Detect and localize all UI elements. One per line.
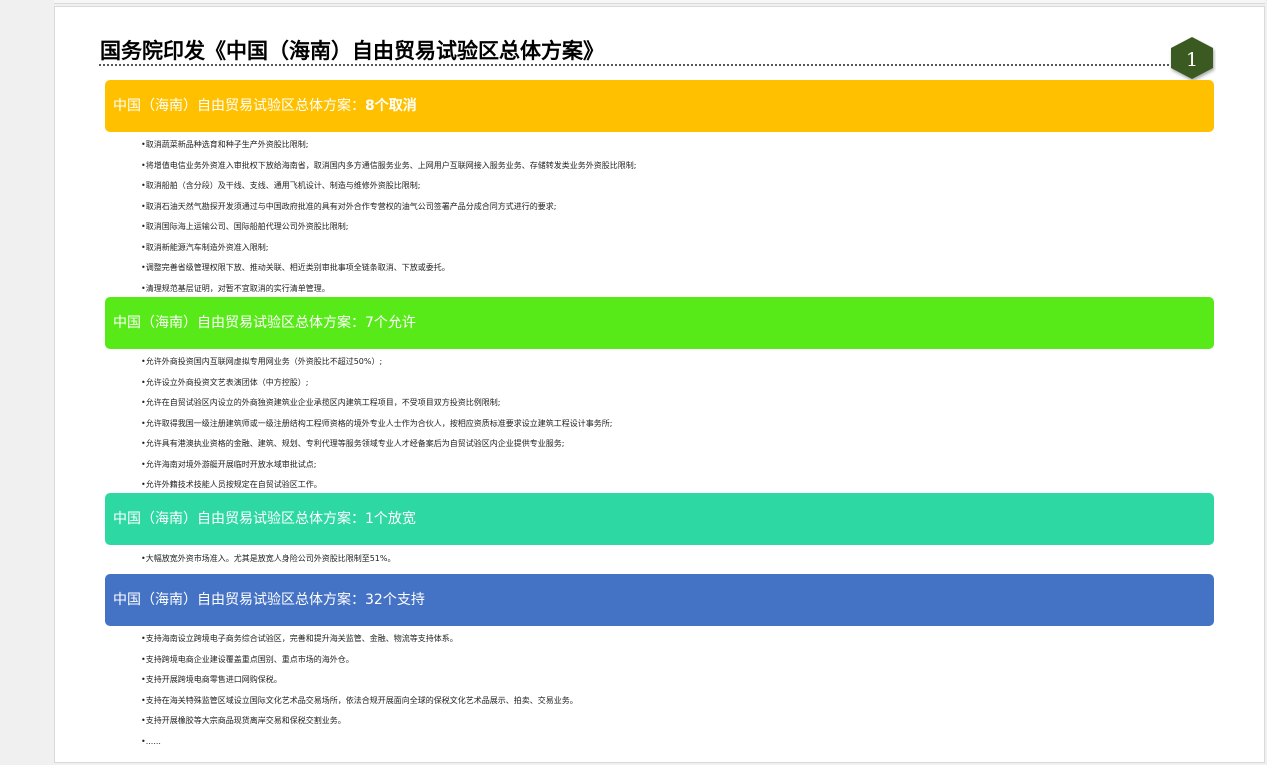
ruler-strip [54,0,1265,4]
section-header-cancel: 中国（海南）自由贸易试验区总体方案：8个取消 [105,80,1214,132]
list-item: •调整完善省级管理权限下放、推动关联、相近类别审批事项全链条取消、下放或委托。 [141,263,450,272]
list-item: •允许取得我国一级注册建筑师或一级注册结构工程师资格的境外专业人士作为合伙人，按… [141,418,613,428]
section-header-allow: 中国（海南）自由贸易试验区总体方案：7个允许 [105,297,1214,349]
list-item: •支持开展橡胶等大宗商品现货离岸交易和保税交割业务。 [141,716,346,725]
list-item: •将增值电信业务外资准入审批权下放给海南省，取消国内多方通信服务业务、上网用户互… [141,160,637,170]
document-title: 国务院印发《中国（海南）自由贸易试验区总体方案》 [100,38,604,63]
list-item: •允许海南对境外游艇开展临时开放水域审批试点; [141,459,317,469]
list-item: •取消国际海上运输公司、国际船舶代理公司外资股比限制; [141,222,349,231]
section-list-cancel: •取消蔬菜新品种选育和种子生产外资股比限制; •将增值电信业务外资准入审批权下放… [141,139,636,303]
list-item: •支持海南设立跨境电子商务综合试验区，完善和提升海关监管、金融、物流等支持体系。 [141,634,458,643]
list-item: •允许具有港澳执业资格的金融、建筑、规划、专利代理等服务领域专业人才经备案后为自… [141,439,565,448]
document-page: 国务院印发《中国（海南）自由贸易试验区总体方案》 1 中国（海南）自由贸易试验区… [54,6,1265,763]
list-item: •允许外商投资国内互联网虚拟专用网业务（外资股比不超过50%）; [141,357,383,366]
list-item: •取消石油天然气勘探开发须通过与中国政府批准的具有对外合作专营权的油气公司签署产… [141,201,557,211]
page-number: 1 [1185,49,1199,71]
list-item: •取消船舶（含分段）及干线、支线、通用飞机设计、制造与维修外资股比限制; [141,181,421,190]
section-list-allow: •允许外商投资国内互联网虚拟专用网业务（外资股比不超过50%）; •允许设立外商… [141,356,612,500]
list-item: •取消蔬菜新品种选育和种子生产外资股比限制; [141,140,309,149]
section-header-prefix: 中国（海南）自由贸易试验区总体方案： [113,315,365,331]
section-list-relax: •大幅放宽外资市场准入。尤其是放宽人身险公司外资股比限制至51%。 [141,553,396,574]
section-header-prefix: 中国（海南）自由贸易试验区总体方案： [113,511,365,527]
section-header-prefix: 中国（海南）自由贸易试验区总体方案： [113,98,365,114]
list-item: •...... [141,736,161,746]
list-item: •支持在海关特殊监管区域设立国际文化艺术品交易场所，依法合规开展面向全球的保税文… [141,695,578,705]
section-header-highlight: 7个允许 [365,315,416,331]
list-item: •允许设立外商投资文艺表演团体（中方控股）; [141,377,309,387]
list-item: •大幅放宽外资市场准入。尤其是放宽人身险公司外资股比限制至51%。 [141,554,396,563]
page-number-badge: 1 [1168,35,1216,81]
list-item: •允许在自贸试验区内设立的外商独资建筑业企业承揽区内建筑工程项目，不受项目双方投… [141,398,501,407]
section-header-highlight: 32个支持 [365,592,425,608]
section-header-support: 中国（海南）自由贸易试验区总体方案：32个支持 [105,574,1214,626]
section-header-prefix: 中国（海南）自由贸易试验区总体方案： [113,592,365,608]
list-item: •支持跨境电商企业建设覆盖重点国别、重点市场的海外仓。 [141,654,354,664]
list-item: •取消新能源汽车制造外资准入限制; [141,242,269,252]
section-header-relax: 中国（海南）自由贸易试验区总体方案：1个放宽 [105,493,1214,545]
title-dotted-underline [99,64,1213,66]
section-header-highlight: 1个放宽 [365,511,416,527]
section-list-support: •支持海南设立跨境电子商务综合试验区，完善和提升海关监管、金融、物流等支持体系。… [141,633,578,756]
section-header-highlight: 8个取消 [365,98,417,114]
list-item: •支持开展跨境电商零售进口网购保税。 [141,675,282,684]
